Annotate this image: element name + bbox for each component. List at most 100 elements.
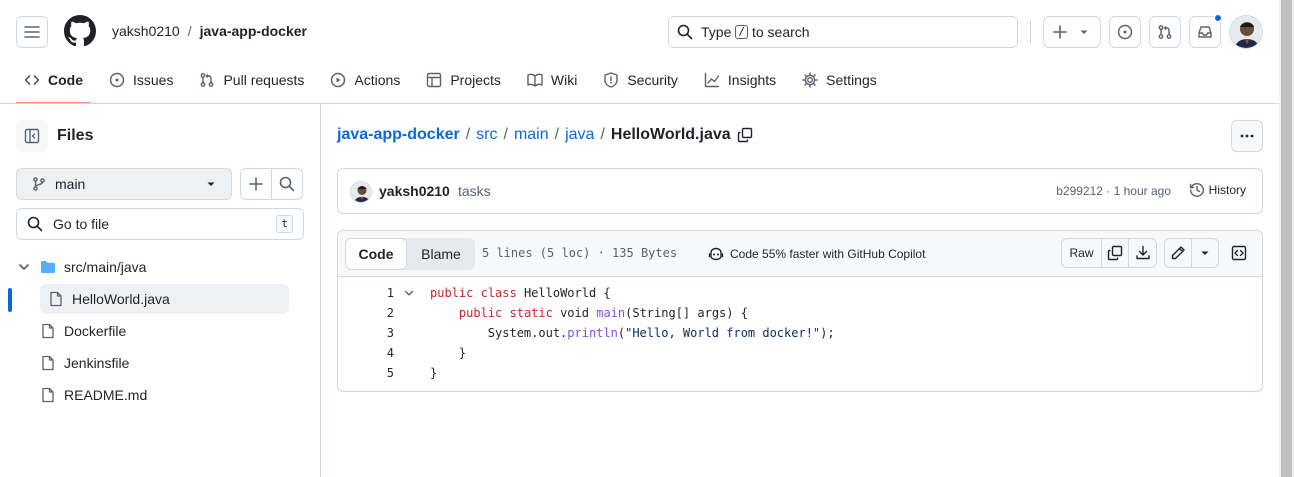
code-view-label: Code — [358, 246, 394, 262]
history-label: History — [1208, 183, 1246, 197]
file-icon — [42, 355, 54, 371]
latest-commit-bar: yaksh0210 tasks b299212 · 1 hour ago His… — [337, 168, 1263, 214]
tree-item-label: HelloWorld.java — [72, 291, 170, 307]
breadcrumb-repo[interactable]: java-app-docker — [337, 126, 460, 144]
tab-issues[interactable]: Issues — [101, 62, 181, 98]
breadcrumb-separator: / — [600, 126, 605, 143]
search-suffix: to search — [751, 24, 810, 40]
avatar-icon — [351, 182, 371, 202]
tree-folder-src-main-java[interactable]: src/main/java — [16, 252, 288, 282]
commit-author-avatar[interactable] — [350, 181, 372, 203]
sidebar-title: Files — [57, 127, 94, 144]
line-number[interactable]: 3 — [354, 323, 394, 343]
gear-icon — [802, 72, 818, 88]
tree-file-jenkinsfile[interactable]: Jenkinsfile — [40, 348, 289, 378]
tab-settings[interactable]: Settings — [794, 62, 885, 98]
owner-link[interactable]: yaksh0210 — [112, 23, 180, 39]
inbox-icon — [1198, 26, 1212, 38]
history-button[interactable]: History — [1189, 182, 1246, 198]
code-line-5: } — [430, 366, 438, 380]
search-files-button[interactable] — [271, 168, 303, 200]
tab-actions-label: Actions — [354, 72, 401, 88]
view-toggle: Code Blame — [345, 238, 475, 270]
page-scrollbar[interactable] — [1279, 0, 1294, 477]
pull-request-icon — [1158, 25, 1172, 39]
owner-repo-separator: / — [187, 23, 192, 39]
repo-context: yaksh0210 / java-app-docker — [112, 23, 307, 39]
search-icon — [27, 216, 43, 232]
copilot-promo[interactable]: Code 55% faster with GitHub Copilot — [708, 246, 925, 262]
create-new-button[interactable] — [1043, 16, 1101, 48]
commit-message[interactable]: tasks — [458, 183, 491, 199]
tree-item-label: README.md — [64, 387, 148, 403]
breadcrumb-file: HelloWorld.java — [610, 126, 731, 143]
collapse-sidebar-button[interactable] — [16, 120, 48, 152]
commit-author[interactable]: yaksh0210 — [379, 183, 450, 199]
go-to-file-shortcut: t — [276, 215, 293, 233]
breadcrumb-src[interactable]: src — [476, 126, 497, 144]
repo-tabs: Code Issues Pull requests Actions Projec… — [16, 62, 895, 104]
edit-file-button[interactable] — [1165, 239, 1192, 267]
line-number[interactable]: 5 — [354, 363, 394, 383]
tree-item-label: Dockerfile — [64, 323, 127, 339]
code-icon — [24, 75, 40, 85]
search-input[interactable]: Type / to search — [668, 16, 1018, 48]
plus-icon — [1053, 25, 1067, 39]
graph-icon — [704, 72, 720, 88]
branch-icon — [33, 177, 45, 191]
commit-meta[interactable]: b299212 · 1 hour ago — [1056, 184, 1171, 198]
edit-options-button[interactable] — [1192, 239, 1218, 267]
tab-projects[interactable]: Projects — [418, 62, 509, 98]
tab-wiki-label: Wiki — [550, 72, 578, 88]
issues-button[interactable] — [1109, 16, 1141, 48]
selected-indicator — [8, 288, 12, 312]
tab-code-label: Code — [48, 72, 83, 88]
book-icon — [527, 73, 543, 87]
blame-view-button[interactable]: Blame — [407, 238, 475, 270]
pull-requests-button[interactable] — [1149, 16, 1181, 48]
tab-code[interactable]: Code — [16, 62, 91, 104]
tab-insights[interactable]: Insights — [696, 62, 784, 98]
tab-actions[interactable]: Actions — [322, 62, 408, 98]
search-shortcut-key: / — [735, 25, 748, 39]
folder-icon — [41, 261, 55, 273]
line-number[interactable]: 4 — [354, 343, 394, 363]
breadcrumb-java[interactable]: java — [565, 126, 594, 144]
line-number[interactable]: 2 — [354, 303, 394, 323]
go-to-file-input[interactable]: Go to file t — [16, 208, 304, 240]
copy-raw-button[interactable] — [1102, 239, 1129, 267]
tree-file-dockerfile[interactable]: Dockerfile — [40, 316, 289, 346]
shield-icon — [604, 72, 619, 88]
symbols-button[interactable] — [1224, 238, 1254, 268]
blame-view-label: Blame — [421, 246, 461, 262]
menu-button[interactable] — [16, 16, 48, 48]
tab-security[interactable]: Security — [595, 62, 686, 98]
avatar[interactable] — [1229, 15, 1263, 49]
go-to-file-placeholder: Go to file — [53, 216, 110, 232]
tree-file-readme[interactable]: README.md — [40, 380, 289, 410]
tab-pull-requests-label: Pull requests — [223, 72, 305, 88]
raw-button[interactable]: Raw — [1062, 239, 1102, 267]
search-icon — [279, 176, 295, 192]
tree-item-label: src/main/java — [64, 259, 147, 275]
github-logo[interactable] — [64, 15, 96, 47]
tree-file-helloworld[interactable]: HelloWorld.java — [40, 284, 289, 314]
code-line-2: public static void main(String[] args) { — [458, 306, 748, 320]
file-tree-sidebar: Files main Go to file t src/main/java He… — [0, 104, 321, 477]
repo-link[interactable]: java-app-docker — [200, 23, 307, 39]
file-info: 5 lines (5 loc) · 135 Bytes — [482, 246, 678, 260]
code-view-button[interactable]: Code — [345, 238, 407, 270]
breadcrumb-main[interactable]: main — [514, 126, 549, 144]
fold-toggle[interactable] — [403, 287, 415, 299]
scrollbar-thumb[interactable] — [1281, 0, 1292, 477]
branch-selector[interactable]: main — [16, 168, 232, 200]
tab-wiki[interactable]: Wiki — [519, 62, 585, 98]
tab-pull-requests[interactable]: Pull requests — [191, 62, 312, 98]
line-number[interactable]: 1 — [354, 283, 394, 303]
breadcrumb-separator: / — [554, 126, 560, 143]
breadcrumb-separator: / — [503, 126, 508, 143]
download-button[interactable] — [1129, 239, 1156, 267]
copy-path-button[interactable] — [737, 127, 753, 143]
more-options-button[interactable] — [1231, 120, 1263, 152]
add-file-button[interactable] — [240, 168, 272, 200]
